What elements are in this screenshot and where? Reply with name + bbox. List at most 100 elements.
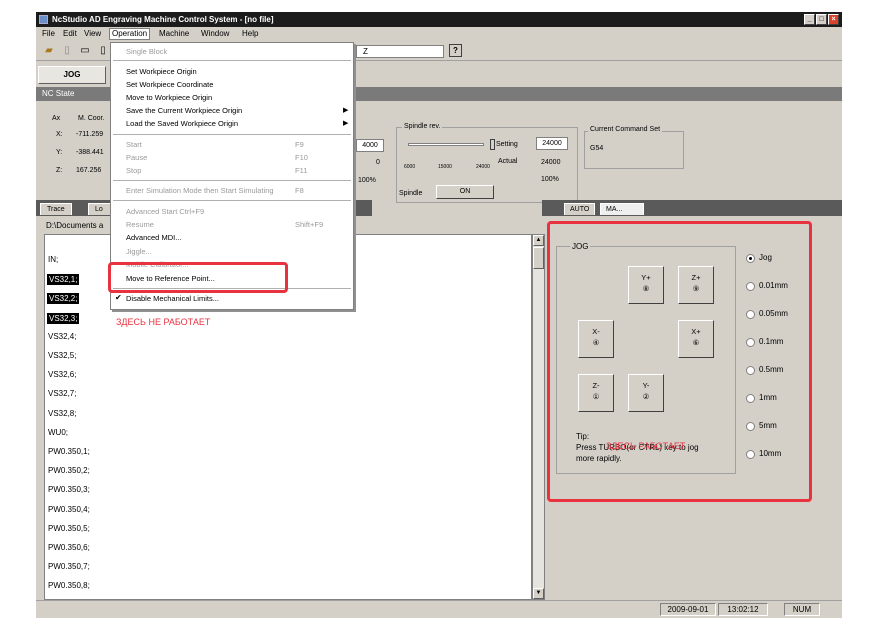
- operation-menu-item[interactable]: Jiggle...: [126, 247, 152, 256]
- title-bar: NcStudio AD Engraving Machine Control Sy…: [36, 12, 842, 27]
- code-line: VS32,1;: [47, 274, 80, 286]
- code-line: VS32,5;: [48, 351, 77, 360]
- spindle-title: Spindle rev.: [402, 123, 443, 130]
- spindle-label: Spindle: [399, 190, 423, 197]
- tab-manual[interactable]: MA...: [600, 203, 644, 215]
- menu-machine[interactable]: Machine: [157, 28, 191, 40]
- spindle-actual-value: 24000: [541, 159, 561, 166]
- status-time: 13:02:12: [718, 603, 768, 616]
- open-folder-icon[interactable]: ▰: [42, 44, 56, 58]
- code-scrollbar[interactable]: ▲ ▼: [532, 234, 545, 600]
- menu-file[interactable]: File: [40, 28, 57, 40]
- checkmark-icon: ✔: [115, 293, 122, 302]
- tab-auto[interactable]: AUTO: [564, 203, 596, 215]
- code-line: PW0.350,3;: [48, 485, 90, 495]
- spindle-on-button[interactable]: ON: [436, 185, 494, 199]
- spindle-setting-label: Setting: [496, 141, 518, 148]
- feed-setting-field[interactable]: 4000: [356, 139, 384, 152]
- axis-label-z: Z:: [56, 167, 63, 174]
- machine-coor-header: M. Coor.: [78, 115, 105, 122]
- spindle-setting-field[interactable]: 24000: [536, 137, 568, 150]
- code-line: VS32,7;: [48, 389, 77, 399]
- annotation-not-working: ЗДЕСЬ НЕ РАБОТАЕТ: [116, 317, 211, 327]
- operation-menu-item[interactable]: Set Workpiece Origin: [126, 67, 197, 76]
- operation-menu-item[interactable]: Advanced MDI...: [126, 233, 181, 242]
- operation-menu-item[interactable]: Resume: [126, 220, 154, 229]
- axis-header: Ax: [52, 115, 61, 122]
- operation-menu-item[interactable]: Advanced Start Ctrl+F9: [126, 207, 204, 216]
- spindle-percent-value: 100%: [541, 176, 559, 183]
- menu-separator: [113, 60, 351, 61]
- status-num: NUM: [784, 603, 820, 616]
- code-line: PW0.350,6;: [48, 543, 90, 552]
- coord-value-y: -388.441: [76, 149, 104, 156]
- menu-window[interactable]: Window: [199, 28, 231, 40]
- status-bar: 2009-09-01 13:02:12 NUM: [36, 600, 842, 618]
- annotation-highlight-working: [547, 221, 812, 502]
- feed-percent-value: 100%: [358, 177, 376, 184]
- operation-menu-item[interactable]: Set Workpiece Coordinate: [126, 80, 213, 89]
- document-icon[interactable]: ▯: [60, 44, 74, 58]
- panel-icon[interactable]: ▯: [96, 44, 110, 58]
- menu-shortcut: Shift+F9: [295, 220, 324, 229]
- scroll-thumb[interactable]: [533, 247, 544, 269]
- code-line: PW0.350,2;: [48, 466, 90, 476]
- spindle-slider-track[interactable]: [408, 143, 484, 146]
- menu-help[interactable]: Help: [240, 28, 260, 40]
- annotation-highlight-not-working: [108, 262, 288, 293]
- scroll-up-arrow-icon[interactable]: ▲: [533, 235, 544, 246]
- spindle-tick-15000: 15000: [438, 164, 452, 170]
- submenu-arrow-icon: ▶: [343, 107, 349, 114]
- operation-menu-item[interactable]: Start: [126, 140, 142, 149]
- menu-separator: [113, 134, 351, 135]
- operation-menu-item[interactable]: Load the Saved Workpiece Origin: [126, 119, 238, 128]
- menu-separator: [113, 200, 351, 201]
- coordinate-z-field[interactable]: Z: [356, 45, 444, 58]
- coord-value-z: 167.256: [76, 167, 102, 174]
- coord-value-x: -711.259: [76, 131, 104, 138]
- menu-edit[interactable]: Edit: [61, 28, 79, 40]
- operation-menu-item[interactable]: Stop: [126, 166, 141, 175]
- maximize-button[interactable]: □: [816, 14, 827, 25]
- code-line: VS32,8;: [48, 408, 77, 418]
- scroll-down-arrow-icon[interactable]: ▼: [533, 588, 544, 599]
- menu-shortcut: F9: [295, 140, 304, 149]
- code-line: PW0.350,7;: [48, 562, 90, 572]
- command-set-value: G54: [590, 145, 604, 152]
- operation-menu-item[interactable]: Move to Workpiece Origin: [126, 93, 212, 102]
- tab-log[interactable]: Lo: [88, 203, 112, 215]
- spindle-actual-label: Actual: [498, 158, 518, 165]
- menu-view[interactable]: View: [82, 28, 103, 40]
- feed-actual-value: 0: [376, 159, 380, 166]
- operation-menu-item[interactable]: Disable Mechanical Limits...: [126, 294, 219, 303]
- spindle-slider-thumb[interactable]: [490, 139, 495, 150]
- operation-menu-item[interactable]: Save the Current Workpiece Origin: [126, 106, 242, 115]
- code-line: IN;: [48, 255, 59, 264]
- minimize-button[interactable]: _: [804, 14, 815, 25]
- window-title: NcStudio AD Engraving Machine Control Sy…: [52, 15, 274, 24]
- tab-trace[interactable]: Trace: [40, 203, 72, 215]
- menu-shortcut: F10: [295, 153, 308, 162]
- code-line: VS32,6;: [48, 370, 77, 380]
- help-button[interactable]: ?: [449, 44, 462, 57]
- code-line: VS32,4;: [48, 331, 77, 341]
- code-line: WU0;: [48, 427, 68, 437]
- app-icon: [39, 15, 48, 24]
- code-line: PW0.350,8;: [48, 581, 90, 591]
- menu-operation[interactable]: Operation: [109, 28, 151, 40]
- close-button[interactable]: ×: [828, 14, 839, 25]
- code-line: PW0.350,1;: [48, 447, 90, 456]
- menu-shortcut: F8: [295, 186, 304, 195]
- spindle-tick-6000: 6000: [404, 164, 416, 170]
- menu-separator: [113, 180, 351, 181]
- operation-menu-item[interactable]: Enter Simulation Mode then Start Simulat…: [126, 186, 274, 195]
- menu-shortcut: F11: [295, 166, 308, 175]
- code-line: VS32,3;: [47, 312, 80, 324]
- annotation-working: ЗДЕСЬ РАБОТАЕТ: [606, 441, 686, 451]
- right-tab-bar: AUTO MA...: [542, 200, 842, 216]
- window-icon[interactable]: ▭: [78, 44, 92, 58]
- operation-menu-item[interactable]: Single Block: [126, 47, 167, 56]
- jog-mode-tab[interactable]: JOG: [38, 66, 106, 84]
- operation-menu-item[interactable]: Pause: [126, 153, 147, 162]
- code-line: VS32,2;: [47, 293, 80, 305]
